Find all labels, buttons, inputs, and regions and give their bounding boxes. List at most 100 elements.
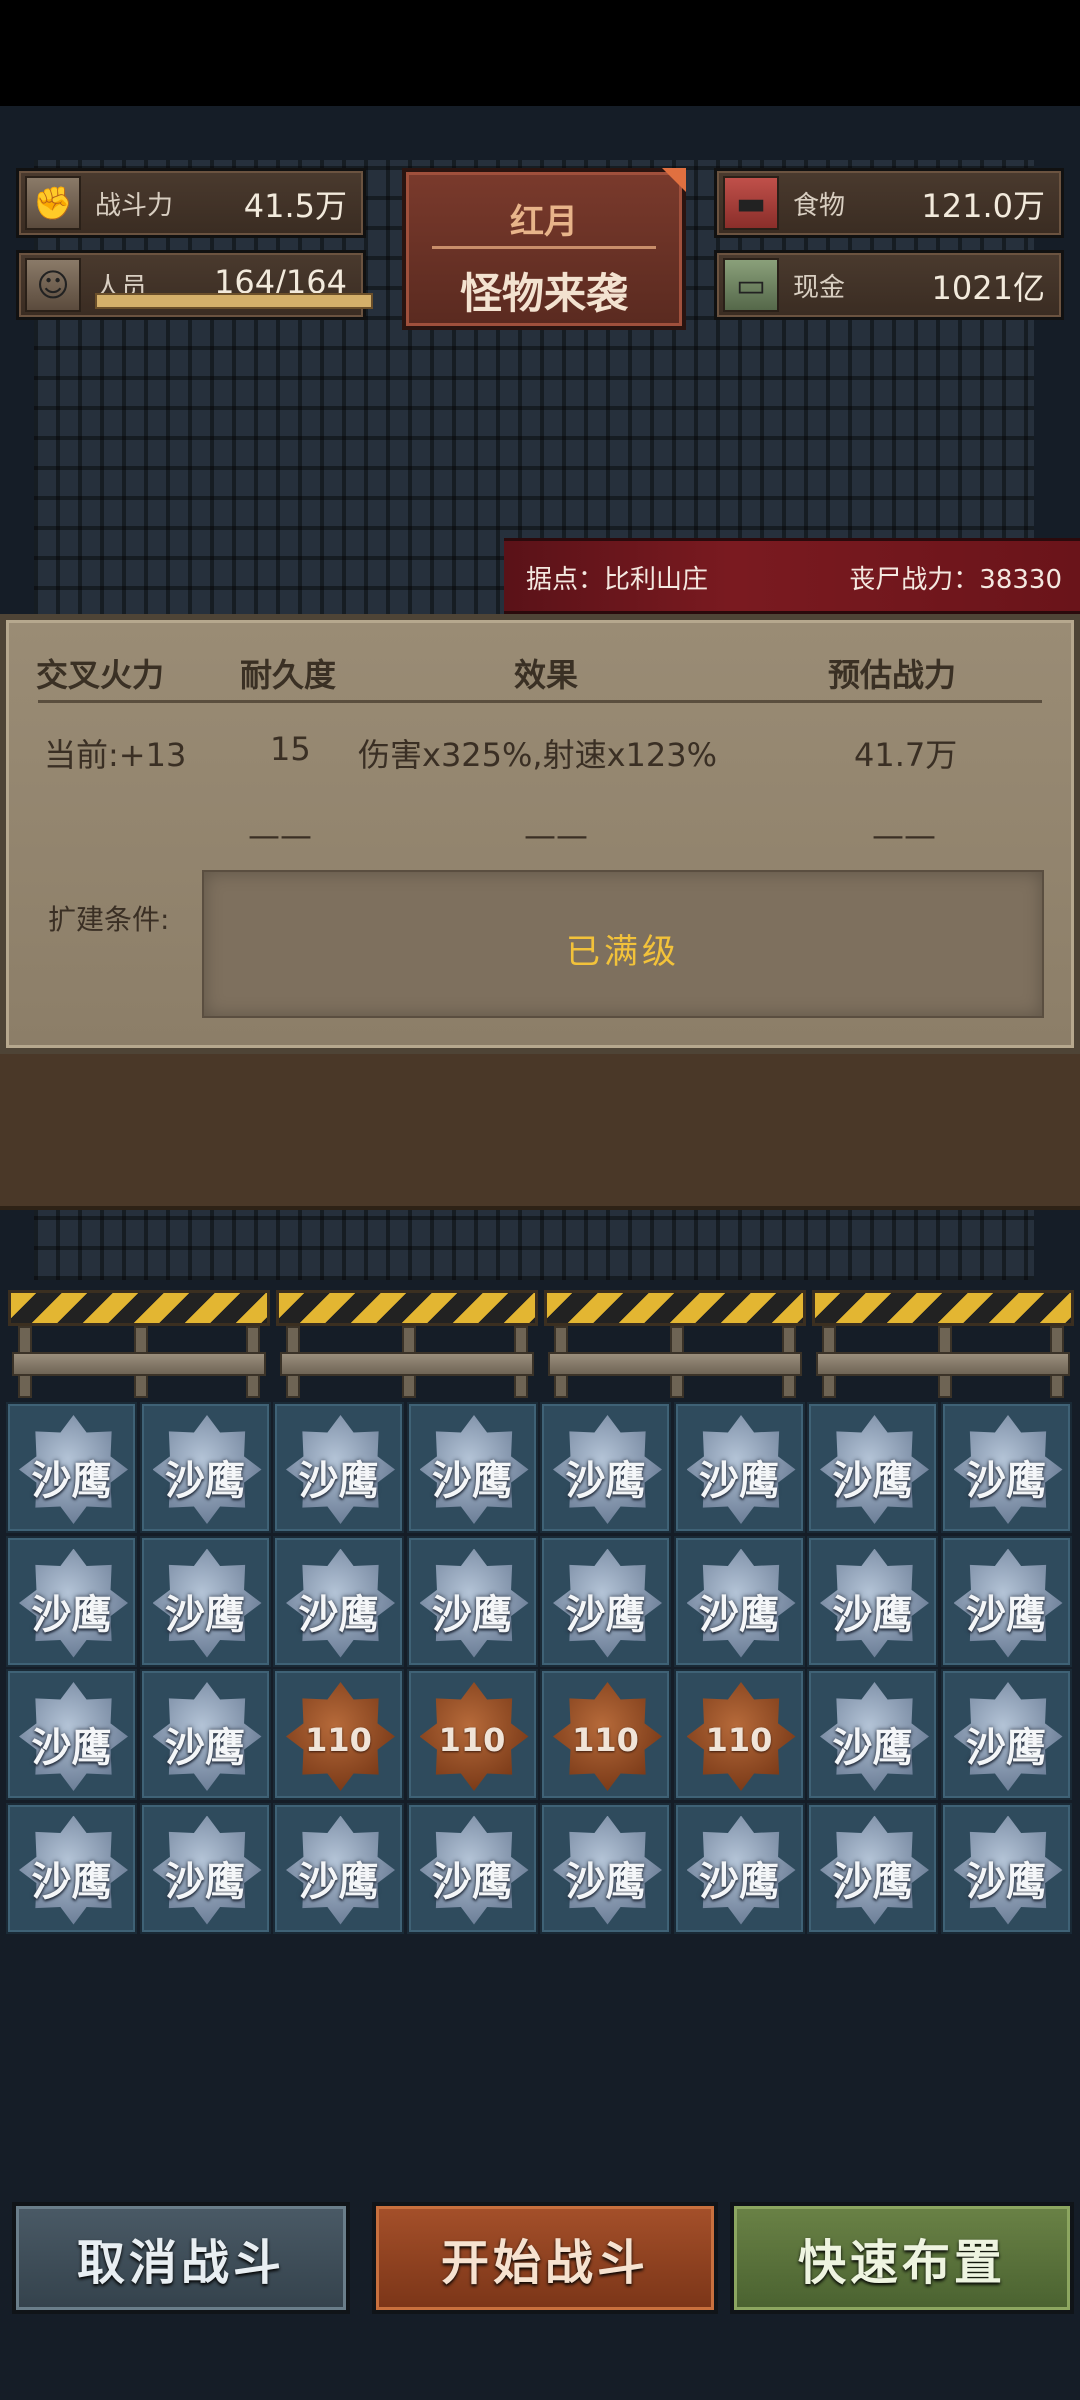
- header-crossfire: 交叉火力: [36, 656, 165, 694]
- unit-slot[interactable]: 110: [273, 1669, 404, 1800]
- unit-name: 沙鹰: [966, 1591, 1046, 1638]
- unit-name: 沙鹰: [31, 1591, 112, 1638]
- unit-slot[interactable]: 沙鹰: [540, 1802, 671, 1934]
- unit-name: 沙鹰: [432, 1858, 512, 1905]
- food-stat: ▬ 食物 121.0万: [714, 168, 1064, 238]
- quick-deploy-button[interactable]: 快速布置: [730, 2202, 1074, 2314]
- unit-slot[interactable]: 沙鹰: [139, 1535, 271, 1667]
- next-durability: ——: [248, 816, 312, 854]
- barricade: [276, 1284, 538, 1400]
- cash-value: 1021亿: [931, 269, 1045, 307]
- unit-slot[interactable]: 沙鹰: [673, 1402, 805, 1533]
- unit-slot[interactable]: 沙鹰: [6, 1535, 137, 1667]
- unit-slot[interactable]: 沙鹰: [807, 1802, 938, 1934]
- unit-name: 沙鹰: [298, 1858, 379, 1905]
- cash-icon: ▭: [723, 258, 779, 312]
- unit-slot[interactable]: 沙鹰: [807, 1535, 938, 1667]
- unit-name: 沙鹰: [699, 1458, 779, 1504]
- unit-slot[interactable]: 沙鹰: [6, 1402, 137, 1533]
- unit-name: 沙鹰: [432, 1458, 512, 1504]
- wall-strip: [0, 1054, 1080, 1210]
- header-effect: 效果: [514, 656, 579, 694]
- unit-name: 沙鹰: [699, 1591, 779, 1638]
- food-value: 121.0万: [921, 187, 1045, 225]
- unit-slot[interactable]: 沙鹰: [940, 1402, 1072, 1533]
- unit-slot[interactable]: 沙鹰: [273, 1535, 404, 1667]
- unit-slot[interactable]: 110: [406, 1669, 538, 1800]
- unit-slot[interactable]: 沙鹰: [139, 1802, 271, 1934]
- next-power: ——: [872, 816, 936, 854]
- unit-slot[interactable]: 沙鹰: [6, 1802, 137, 1934]
- unit-name: 沙鹰: [565, 1591, 646, 1638]
- event-title: 红月: [510, 202, 578, 242]
- unit-slot[interactable]: 沙鹰: [807, 1402, 938, 1533]
- barricade: [812, 1284, 1074, 1400]
- meat-icon: ▬: [723, 176, 779, 230]
- next-effect: ——: [524, 816, 588, 854]
- unit-slot[interactable]: 沙鹰: [139, 1402, 271, 1533]
- max-level-text: 已满级: [566, 932, 680, 972]
- unit-slot[interactable]: 沙鹰: [940, 1535, 1072, 1667]
- barricade: [544, 1284, 806, 1400]
- unit-name: 沙鹰: [565, 1858, 646, 1905]
- start-battle-button[interactable]: 开始战斗: [372, 2202, 718, 2314]
- unit-name: 沙鹰: [165, 1725, 245, 1771]
- stronghold-name: 据点：比利山庄: [526, 565, 709, 595]
- unit-name: 沙鹰: [699, 1858, 779, 1905]
- zombie-power: 丧尸战力：38330: [849, 565, 1062, 595]
- event-banner[interactable]: 红月 怪物来袭: [402, 168, 686, 330]
- unit-name: 沙鹰: [31, 1858, 112, 1905]
- status-bar: [0, 0, 1080, 106]
- corner-fold: [662, 168, 686, 192]
- combat-power-stat: ✊ 战斗力 41.5万: [16, 168, 366, 238]
- combat-power-value: 41.5万: [243, 187, 347, 225]
- cash-label: 现金: [793, 273, 846, 303]
- unit-slot[interactable]: 沙鹰: [406, 1402, 538, 1533]
- slot-cost: 110: [305, 1721, 372, 1759]
- unit-slot[interactable]: 沙鹰: [673, 1535, 805, 1667]
- unit-name: 沙鹰: [165, 1591, 245, 1638]
- unit-name: 沙鹰: [832, 1591, 913, 1638]
- current-level: 当前:+13: [44, 736, 187, 774]
- unit-name: 沙鹰: [298, 1591, 379, 1638]
- unit-name: 沙鹰: [165, 1858, 245, 1905]
- unit-slot[interactable]: 沙鹰: [406, 1535, 538, 1667]
- unit-slot[interactable]: 沙鹰: [540, 1402, 671, 1533]
- unit-slot[interactable]: 沙鹰: [940, 1669, 1072, 1800]
- unit-slot[interactable]: 沙鹰: [406, 1802, 538, 1934]
- fist-icon: ✊: [25, 176, 81, 230]
- upgrade-condition-label: 扩建条件:: [48, 903, 170, 936]
- slot-cost: 110: [705, 1721, 773, 1759]
- unit-slot[interactable]: 沙鹰: [273, 1402, 404, 1533]
- unit-name: 沙鹰: [966, 1458, 1046, 1504]
- slot-cost: 110: [572, 1721, 639, 1759]
- stronghold-banner: 据点：比利山庄 丧尸战力：38330: [504, 538, 1080, 614]
- slot-cost: 110: [438, 1721, 506, 1759]
- unit-slot[interactable]: 沙鹰: [673, 1802, 805, 1934]
- crew-stat: ☺ 人员 164/164: [16, 250, 373, 320]
- unit-slot[interactable]: 沙鹰: [139, 1669, 271, 1800]
- unit-slot[interactable]: 110: [540, 1669, 671, 1800]
- unit-slot[interactable]: 110: [673, 1669, 805, 1800]
- barricade: [8, 1284, 270, 1400]
- combat-power-label: 战斗力: [95, 191, 174, 221]
- unit-name: 沙鹰: [832, 1858, 913, 1905]
- unit-slot[interactable]: 沙鹰: [540, 1535, 671, 1667]
- header-divider: [38, 700, 1042, 703]
- unit-name: 沙鹰: [31, 1725, 112, 1771]
- unit-slot[interactable]: 沙鹰: [807, 1669, 938, 1800]
- unit-slot[interactable]: 沙鹰: [6, 1669, 137, 1800]
- unit-name: 沙鹰: [832, 1725, 913, 1771]
- unit-name: 沙鹰: [298, 1458, 379, 1504]
- unit-name: 沙鹰: [165, 1458, 245, 1504]
- unit-name: 沙鹰: [966, 1858, 1046, 1905]
- header-est-power: 预估战力: [828, 656, 957, 694]
- cash-stat: ▭ 现金 1021亿: [714, 250, 1064, 320]
- crossfire-info-panel: 交叉火力 耐久度 效果 预估战力 当前:+13 15 伤害x325%,射速x12…: [0, 614, 1080, 1054]
- unit-grid: 沙鹰 沙鹰 沙鹰 沙鹰 沙鹰 沙鹰 沙鹰 沙鹰 沙鹰 沙鹰 沙鹰 沙鹰 沙鹰 沙鹰 沙鹰 沙鹰 沙鹰 沙鹰 110 1…: [6, 1402, 1076, 1934]
- event-subtitle: 怪物来袭: [459, 269, 628, 318]
- unit-slot[interactable]: 沙鹰: [940, 1802, 1072, 1934]
- unit-name: 沙鹰: [31, 1458, 112, 1504]
- unit-slot[interactable]: 沙鹰: [273, 1802, 404, 1934]
- cancel-battle-button[interactable]: 取消战斗: [12, 2202, 350, 2314]
